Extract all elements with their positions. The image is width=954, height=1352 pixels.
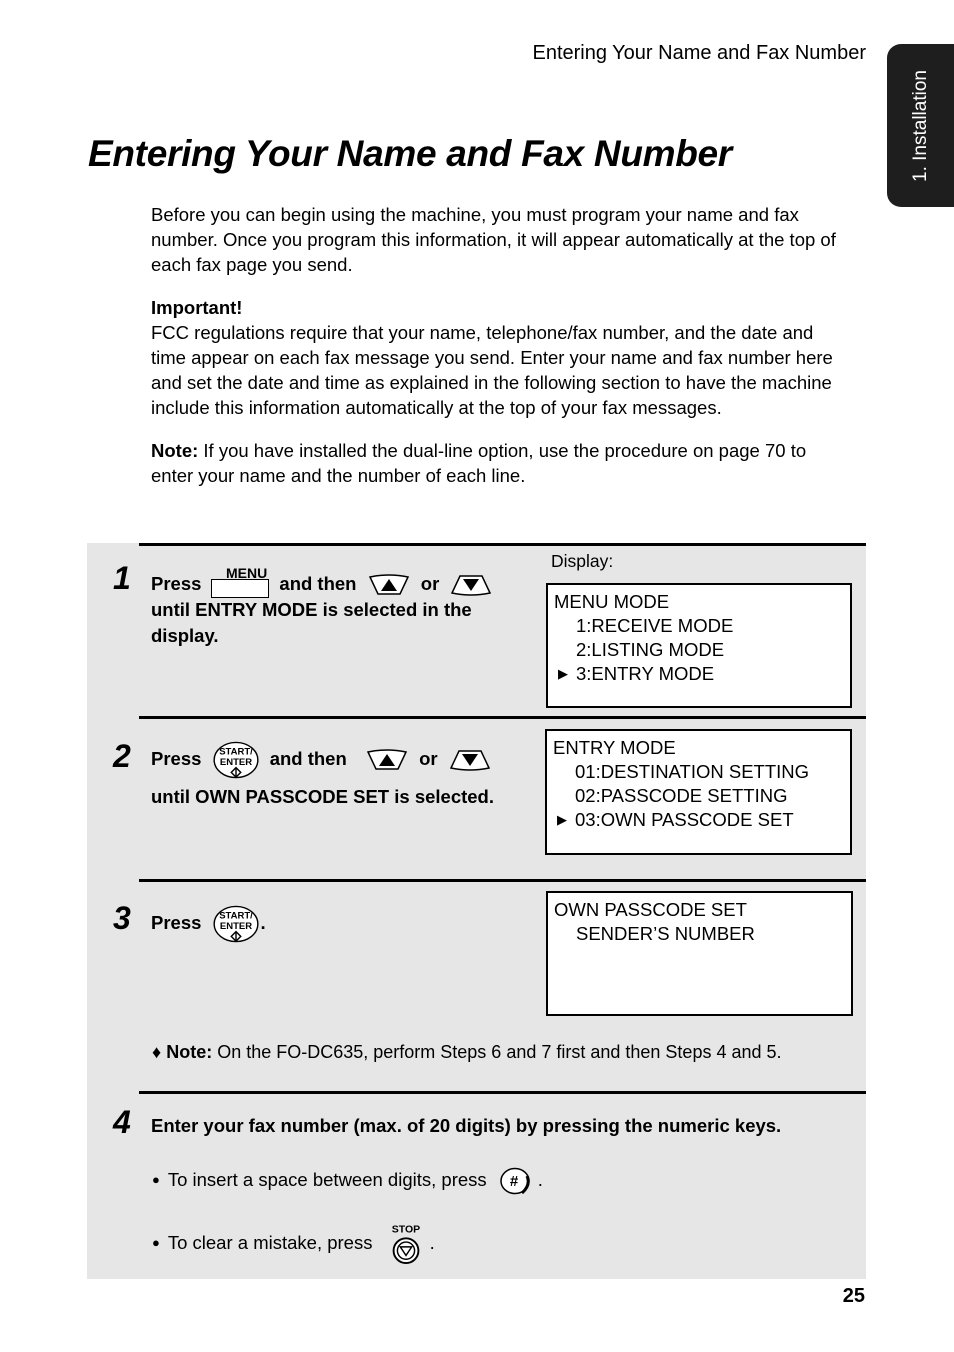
bullet-clear-mistake: ● To clear a mistake, press STOP. bbox=[152, 1223, 435, 1265]
step-text-press: Press bbox=[151, 748, 202, 769]
intro-paragraph: Before you can begin using the machine, … bbox=[151, 204, 836, 275]
note-text: On the FO-DC635, perform Steps 6 and 7 f… bbox=[212, 1042, 782, 1062]
lcd-line-selected: 3:ENTRY MODE bbox=[576, 663, 715, 684]
important-text: FCC regulations require that your name, … bbox=[151, 322, 833, 418]
lcd-line: 02:PASSCODE SETTING bbox=[575, 785, 788, 806]
step-divider bbox=[139, 716, 866, 719]
svg-text:START/: START/ bbox=[219, 746, 253, 757]
bullet-icon: ● bbox=[152, 1234, 160, 1250]
bullet-text: To insert a space between digits, press bbox=[167, 1168, 487, 1190]
up-arrow-key-icon bbox=[368, 574, 409, 595]
selection-pointer-icon: ▶ bbox=[558, 666, 568, 681]
step-divider bbox=[139, 543, 866, 546]
step-number: 4 bbox=[113, 1104, 131, 1140]
stop-key-icon: STOP bbox=[391, 1224, 420, 1265]
lcd-display-own-passcode: OWN PASSCODE SET SENDER’S NUMBER bbox=[546, 891, 853, 1016]
step-text-and-then: and then bbox=[269, 748, 347, 769]
lcd-line: OWN PASSCODE SET bbox=[554, 899, 747, 920]
note-block: Note: If you have installed the dual-lin… bbox=[151, 438, 851, 488]
step-text-line: until ENTRY MODE is selected in the bbox=[151, 599, 472, 620]
svg-text:START/: START/ bbox=[219, 910, 253, 921]
svg-text:STOP: STOP bbox=[391, 1224, 419, 1236]
running-header: Entering Your Name and Fax Number bbox=[532, 42, 866, 64]
svg-text:ENTER: ENTER bbox=[219, 757, 251, 768]
lcd-display-menu-mode: MENU MODE 1:RECEIVE MODE 2:LISTING MODE … bbox=[546, 583, 852, 708]
menu-key-icon bbox=[211, 578, 270, 598]
bullet-icon: ● bbox=[152, 1171, 160, 1187]
note-label: Note: bbox=[151, 440, 199, 461]
step-text-line: display. bbox=[151, 625, 219, 646]
step-text-and-then: and then bbox=[279, 573, 357, 594]
step-3-note: ♦ Note: On the FO-DC635, perform Steps 6… bbox=[152, 1042, 782, 1063]
step-1-text: Press and then or until ENTRY MODE is sel… bbox=[151, 571, 498, 649]
lcd-line: MENU MODE bbox=[554, 591, 670, 612]
step-text-or: or bbox=[419, 748, 438, 769]
bullet-insert-space: ● To insert a space between digits, press… bbox=[152, 1166, 543, 1196]
chapter-tab-label: 1. Installation bbox=[909, 69, 931, 182]
step-2-text: Press START/ENTER and then or until OWN … bbox=[151, 741, 497, 815]
selection-pointer-icon: ▶ bbox=[557, 812, 567, 827]
important-block: Important! FCC regulations require that … bbox=[151, 295, 851, 420]
start-enter-key-icon: START/ENTER bbox=[212, 741, 259, 779]
step-divider bbox=[139, 1091, 866, 1094]
lcd-line: 1:RECEIVE MODE bbox=[576, 615, 734, 636]
lcd-line: ENTRY MODE bbox=[553, 737, 676, 758]
page-title: Entering Your Name and Fax Number bbox=[88, 133, 732, 174]
note-label: Note: bbox=[166, 1042, 213, 1062]
down-arrow-key-icon bbox=[449, 750, 490, 771]
start-enter-key-icon: START/ENTER bbox=[212, 905, 259, 943]
step-number: 2 bbox=[113, 738, 131, 774]
chapter-tab: 1. Installation bbox=[887, 44, 954, 207]
hash-key-icon: # bbox=[500, 1167, 530, 1195]
step-number: 3 bbox=[113, 900, 131, 936]
down-arrow-key-icon bbox=[451, 575, 492, 596]
svg-text:#: # bbox=[510, 1173, 519, 1190]
intro-section: Before you can begin using the machine, … bbox=[151, 202, 851, 506]
lcd-line: 01:DESTINATION SETTING bbox=[575, 761, 810, 782]
step-text-press: Press bbox=[151, 912, 202, 933]
step-3-text: Press START/ENTER. bbox=[151, 905, 266, 943]
bullet-text: To clear a mistake, press bbox=[167, 1231, 373, 1253]
diamond-bullet-icon: ♦ bbox=[152, 1042, 162, 1062]
step-divider bbox=[139, 879, 866, 882]
lcd-display-entry-mode: ENTRY MODE 01:DESTINATION SETTING 02:PAS… bbox=[545, 729, 852, 855]
important-label: Important! bbox=[151, 297, 243, 318]
step-text-line: until OWN PASSCODE SET is selected. bbox=[151, 786, 494, 808]
step-number: 1 bbox=[113, 560, 131, 596]
lcd-line-selected: 03:OWN PASSCODE SET bbox=[575, 809, 794, 830]
step-4-text: Enter your fax number (max. of 20 digits… bbox=[151, 1115, 782, 1136]
lcd-line: 2:LISTING MODE bbox=[576, 639, 725, 660]
lcd-line: SENDER’S NUMBER bbox=[576, 923, 755, 944]
up-arrow-key-icon bbox=[366, 749, 408, 770]
step-text-press: Press bbox=[151, 573, 202, 594]
display-label: Display: bbox=[551, 551, 614, 571]
bullet-period: . bbox=[537, 1168, 543, 1190]
svg-text:ENTER: ENTER bbox=[219, 921, 251, 932]
step-text-period: . bbox=[260, 912, 266, 933]
note-text: If you have installed the dual-line opti… bbox=[151, 440, 807, 486]
page-number: 25 bbox=[842, 1285, 865, 1307]
step-text-or: or bbox=[420, 573, 440, 594]
bullet-period: . bbox=[429, 1231, 435, 1253]
